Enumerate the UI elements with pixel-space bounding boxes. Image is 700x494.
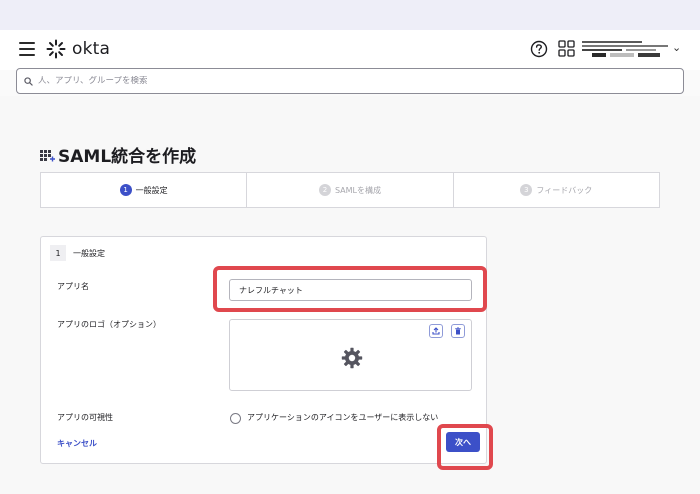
search-icon xyxy=(24,76,33,86)
annotation-highlight-next xyxy=(437,424,493,470)
help-icon[interactable] xyxy=(530,40,548,62)
step-number: 1 xyxy=(119,184,132,196)
step-number: 3 xyxy=(520,184,533,196)
top-band xyxy=(0,0,700,30)
okta-logo[interactable]: okta xyxy=(46,38,110,60)
step-feedback: 3 フィードバック xyxy=(454,173,659,207)
search-bar[interactable] xyxy=(16,68,684,94)
app-logo-dropzone[interactable] xyxy=(229,319,472,391)
menu-icon[interactable] xyxy=(19,42,35,56)
trash-icon xyxy=(455,327,461,335)
wizard-stepper: 1 一般設定 2 SAMLを構成 3 フィードバック xyxy=(40,172,660,208)
annotation-highlight-app-name xyxy=(213,266,487,312)
step-label: 一般設定 xyxy=(135,185,168,195)
apps-grid-icon[interactable] xyxy=(558,40,575,61)
app-name-label: アプリ名 xyxy=(57,282,89,291)
search-input[interactable] xyxy=(38,76,638,86)
step-general-settings: 1 一般設定 xyxy=(41,173,248,207)
app-logo-label: アプリのロゴ（オプション） xyxy=(57,320,161,329)
upload-icon xyxy=(432,327,440,335)
chevron-down-icon[interactable]: ⌄ xyxy=(672,41,681,54)
card-header: 1 一般設定 xyxy=(50,245,105,261)
step-number: 2 xyxy=(318,184,331,196)
delete-logo-button[interactable] xyxy=(451,324,465,338)
page-title: SAML統合を作成 xyxy=(58,147,197,167)
card-step-number: 1 xyxy=(50,245,66,261)
page-title-row: SAML統合を作成 xyxy=(40,142,196,167)
hide-icon-option-label[interactable]: アプリケーションのアイコンをユーザーに表示しない xyxy=(247,412,438,423)
app-integration-icon xyxy=(40,149,55,161)
upload-logo-button[interactable] xyxy=(429,324,443,338)
cancel-link[interactable]: キャンセル xyxy=(57,438,97,449)
app-visibility-label: アプリの可視性 xyxy=(57,413,113,422)
okta-sunburst-icon xyxy=(46,39,66,59)
step-label: フィードバック xyxy=(536,185,593,195)
gear-icon xyxy=(341,347,363,369)
brand-name: okta xyxy=(72,39,111,59)
hide-icon-checkbox[interactable] xyxy=(230,413,241,424)
step-label: SAMLを構成 xyxy=(334,185,382,195)
user-account-redacted[interactable] xyxy=(582,40,670,60)
card-title: 一般設定 xyxy=(73,248,105,258)
step-configure-saml: 2 SAMLを構成 xyxy=(247,173,454,207)
